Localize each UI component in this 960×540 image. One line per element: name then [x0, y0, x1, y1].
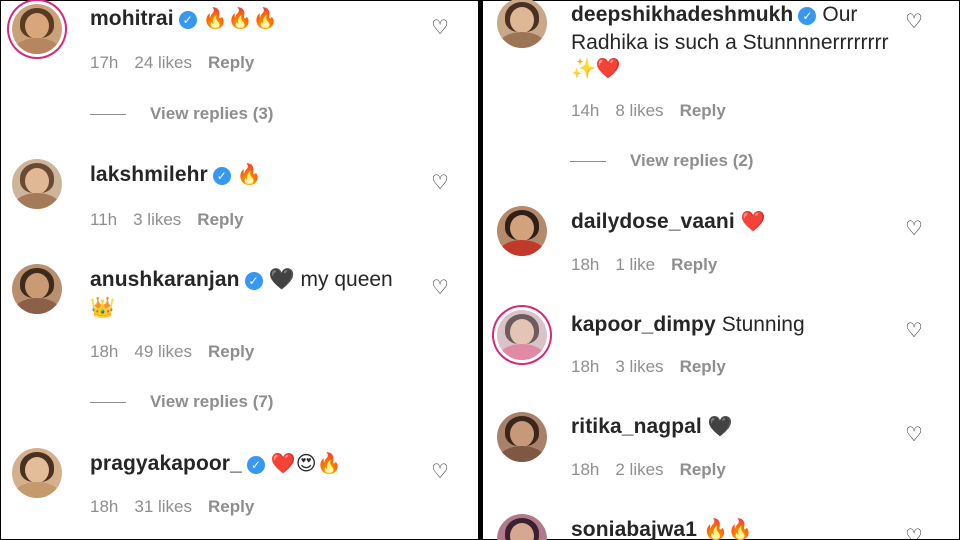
comment-meta: 18h 49 likes Reply — [90, 341, 270, 363]
avatar[interactable] — [12, 264, 62, 314]
username[interactable]: pragyakapoor_ — [90, 452, 242, 475]
comment-time: 17h — [90, 53, 119, 72]
verified-badge-icon: ✓ — [798, 7, 817, 25]
comment-text-continued: ✨❤️ — [571, 58, 621, 80]
view-replies-label[interactable]: View replies (2) — [630, 151, 753, 170]
likes-count[interactable]: 31 likes — [134, 497, 192, 516]
comment-meta: 17h 24 likes Reply — [90, 52, 270, 74]
view-replies-button[interactable]: View replies (2) — [570, 150, 753, 172]
comment-meta: 18h 31 likes Reply — [90, 496, 270, 518]
avatar[interactable] — [12, 448, 62, 498]
username[interactable]: anushkaranjan — [90, 268, 240, 291]
reply-button[interactable]: Reply — [671, 255, 717, 274]
avatar[interactable] — [497, 0, 547, 48]
comment-text: 🖤 — [707, 416, 733, 438]
heart-outline-icon[interactable]: ♡ — [429, 461, 451, 483]
heart-outline-icon[interactable]: ♡ — [903, 424, 925, 446]
username[interactable]: mohitrai — [90, 7, 174, 30]
comment-line: mohitrai ✓ 🔥🔥🔥 — [90, 5, 277, 33]
view-replies-button[interactable]: View replies (7) — [90, 391, 273, 413]
likes-count[interactable]: 49 likes — [134, 342, 192, 361]
comment-meta: 18h 2 likes Reply — [571, 459, 742, 481]
comment-line: ritika_nagpal 🖤 — [571, 413, 733, 441]
comment-line: dailydose_vaani ❤️ — [571, 208, 766, 236]
comment-time: 18h — [571, 255, 600, 274]
comment-text: 🖤 my queen — [268, 268, 393, 291]
avatar[interactable] — [12, 4, 62, 54]
verified-badge-icon: ✓ — [178, 11, 197, 29]
comment-text: 🔥🔥 — [702, 519, 753, 540]
username[interactable]: deepshikhadeshmukh — [571, 3, 793, 26]
comment-text-continued: 👑 — [90, 297, 115, 319]
heart-outline-icon[interactable]: ♡ — [429, 172, 451, 194]
comment-text: Stunning — [721, 313, 805, 336]
view-replies-label[interactable]: View replies (3) — [150, 104, 273, 123]
heart-outline-icon[interactable]: ♡ — [903, 320, 925, 342]
comments-panel-left: mohitrai ✓ 🔥🔥🔥 17h 24 likes Reply ♡ View rep… — [0, 0, 478, 540]
comment-line: lakshmilehr ✓ 🔥 — [90, 161, 262, 189]
reply-button[interactable]: Reply — [680, 101, 726, 120]
heart-outline-icon[interactable]: ♡ — [429, 17, 451, 39]
heart-outline-icon[interactable]: ♡ — [429, 277, 451, 299]
heart-outline-icon[interactable]: ♡ — [903, 11, 925, 33]
comment-text: 🔥🔥🔥 — [202, 8, 278, 30]
avatar[interactable] — [497, 514, 547, 540]
likes-count[interactable]: 24 likes — [134, 53, 192, 72]
reply-button[interactable]: Reply — [680, 357, 726, 376]
username[interactable]: lakshmilehr — [90, 163, 208, 186]
view-replies-label[interactable]: View replies (7) — [150, 392, 273, 411]
reply-button[interactable]: Reply — [197, 210, 243, 229]
verified-badge-icon: ✓ — [244, 272, 263, 290]
verified-badge-icon: ✓ — [246, 456, 265, 474]
comment-time: 18h — [571, 460, 600, 479]
reply-button[interactable]: Reply — [680, 460, 726, 479]
likes-count[interactable]: 2 likes — [615, 460, 663, 479]
comment-text: ❤️ — [740, 211, 766, 233]
comment-line: anushkaranjan ✓ 🖤 my queen — [90, 266, 393, 294]
avatar[interactable] — [497, 206, 547, 256]
comment-line: kapoor_dimpy Stunning — [571, 311, 805, 339]
comment-meta: 18h 1 like Reply — [571, 254, 733, 276]
comment-text: ❤️😍🔥 — [270, 453, 342, 475]
reply-button[interactable]: Reply — [208, 342, 254, 361]
view-replies-button[interactable]: View replies (3) — [90, 103, 273, 125]
comment-time: 18h — [90, 342, 119, 361]
reply-button[interactable]: Reply — [208, 53, 254, 72]
comment-line: soniabajwa1 🔥🔥 — [571, 516, 753, 540]
avatar[interactable] — [497, 412, 547, 462]
username[interactable]: ritika_nagpal — [571, 415, 702, 438]
username[interactable]: soniabajwa1 — [571, 518, 697, 540]
verified-badge-icon: ✓ — [212, 167, 231, 185]
comment-meta: 11h 3 likes Reply — [90, 209, 260, 231]
username[interactable]: dailydose_vaani — [571, 210, 735, 233]
avatar[interactable] — [12, 159, 62, 209]
comment-line: deepshikhadeshmukh ✓ Our — [571, 1, 857, 29]
heart-outline-icon[interactable]: ♡ — [903, 526, 925, 540]
comment-text-continued: Radhika is such a Stunnnnerrrrrrrr — [571, 31, 889, 54]
likes-count[interactable]: 3 likes — [133, 210, 181, 229]
comment-text: Our — [822, 3, 858, 26]
comment-meta: 18h 3 likes Reply — [571, 356, 742, 378]
reply-divider — [90, 402, 126, 404]
likes-count[interactable]: 8 likes — [615, 101, 663, 120]
reply-divider — [90, 114, 126, 116]
likes-count[interactable]: 1 like — [615, 255, 655, 274]
avatar[interactable] — [497, 310, 547, 360]
comment-line: pragyakapoor_ ✓ ❤️😍🔥 — [90, 450, 342, 478]
comment-time: 18h — [90, 497, 119, 516]
comment-time: 14h — [571, 101, 600, 120]
comment-time: 18h — [571, 357, 600, 376]
reply-button[interactable]: Reply — [208, 497, 254, 516]
likes-count[interactable]: 3 likes — [615, 357, 663, 376]
comment-time: 11h — [90, 210, 118, 229]
reply-divider — [570, 161, 606, 163]
username[interactable]: kapoor_dimpy — [571, 313, 716, 336]
comment-meta: 14h 8 likes Reply — [571, 100, 742, 122]
comment-text: 🔥 — [236, 164, 262, 186]
comments-panel-right: deepshikhadeshmukh ✓ Our Radhika is such a… — [483, 0, 960, 540]
heart-outline-icon[interactable]: ♡ — [903, 218, 925, 240]
